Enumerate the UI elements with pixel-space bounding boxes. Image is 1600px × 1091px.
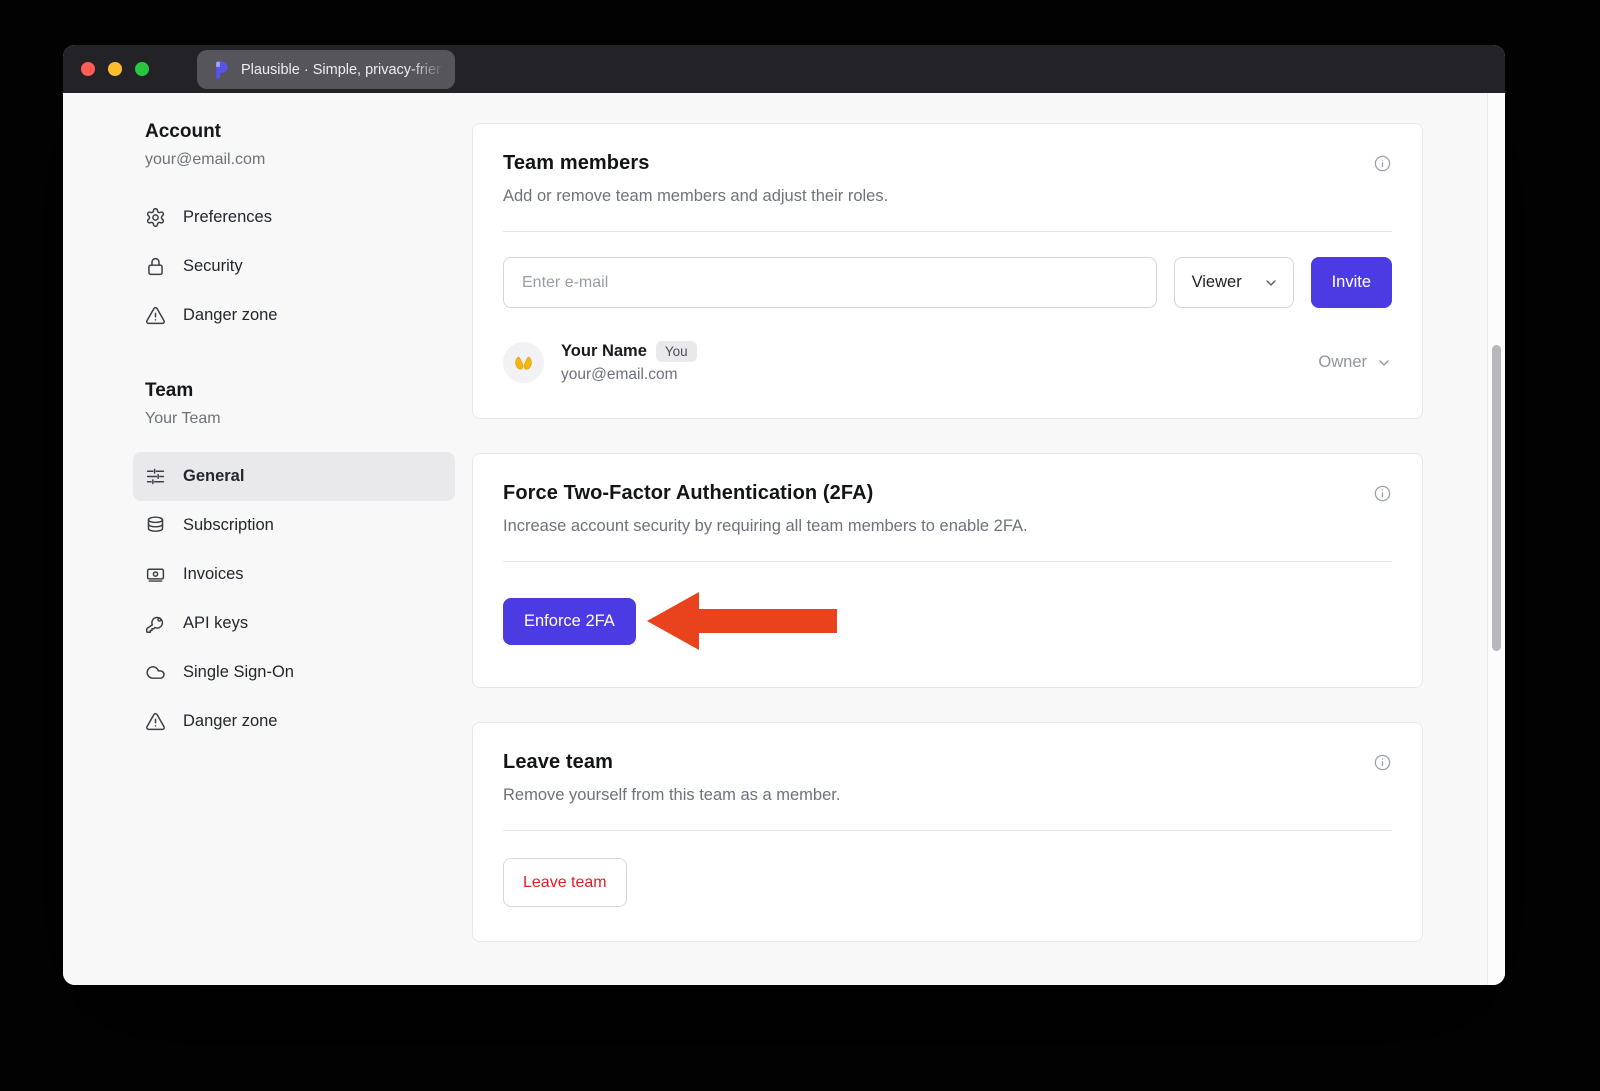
invite-email-input[interactable] [503,257,1157,308]
account-heading: Account [145,121,472,143]
sidebar-item-general[interactable]: General [133,452,455,501]
account-nav: Preferences Security Danger zone [145,193,472,340]
member-email: your@email.com [561,366,1318,384]
force-2fa-description: Increase account security by requiring a… [503,517,1392,536]
maximize-button[interactable] [135,62,149,76]
plausible-logo-icon [211,60,231,80]
sidebar-item-api-keys[interactable]: API keys [133,599,455,648]
sidebar-item-label: Preferences [183,208,272,227]
info-icon[interactable] [1373,154,1392,176]
team-members-card: Team members Add or remove team members … [472,123,1423,419]
key-icon [145,613,166,634]
sliders-icon [145,466,166,487]
minimize-button[interactable] [108,62,122,76]
team-members-title: Team members [503,152,649,175]
info-icon[interactable] [1373,753,1392,775]
gear-icon [145,207,166,228]
divider [503,830,1392,831]
sidebar-item-team-danger-zone[interactable]: Danger zone [133,697,455,746]
team-nav: General Subscription Invoices [145,452,472,746]
leave-team-button[interactable]: Leave team [503,858,627,907]
sidebar-item-label: API keys [183,614,248,633]
chevron-down-icon [1263,275,1279,291]
divider [503,231,1392,232]
traffic-lights [81,45,149,93]
tab-title: Plausible · Simple, privacy-friend [241,62,441,78]
sidebar-item-security[interactable]: Security [133,242,455,291]
team-members-description: Add or remove team members and adjust th… [503,187,1392,206]
info-icon[interactable] [1373,484,1392,506]
team-heading: Team [145,380,472,402]
enforce-2fa-button[interactable]: Enforce 2FA [503,598,636,645]
invite-button[interactable]: Invite [1311,257,1392,308]
lock-icon [145,256,166,277]
member-role-value: Owner [1318,353,1367,372]
sidebar-item-label: Danger zone [183,306,277,325]
close-button[interactable] [81,62,95,76]
scrollbar-thumb[interactable] [1492,345,1501,651]
settings-sidebar: Account your@email.com Preferences Secur… [63,93,472,985]
sidebar-item-label: Security [183,257,243,276]
sidebar-item-label: Single Sign-On [183,663,294,682]
role-select[interactable]: Viewer [1174,257,1294,308]
sidebar-item-label: Invoices [183,565,244,584]
cloud-icon [145,662,166,683]
chevron-down-icon [1376,355,1392,371]
banknote-icon [145,564,166,585]
red-arrow-annotation [645,589,839,653]
settings-main: Team members Add or remove team members … [472,93,1423,985]
sidebar-item-label: Subscription [183,516,274,535]
force-2fa-title: Force Two-Factor Authentication (2FA) [503,482,873,505]
you-badge: You [656,341,697,362]
avatar [503,342,544,383]
role-select-value: Viewer [1192,273,1242,292]
warning-triangle-icon [145,305,166,326]
force-2fa-card: Force Two-Factor Authentication (2FA) In… [472,453,1423,688]
sidebar-item-danger-zone[interactable]: Danger zone [133,291,455,340]
sidebar-item-invoices[interactable]: Invoices [133,550,455,599]
browser-tab[interactable]: Plausible · Simple, privacy-friend [197,50,455,89]
leave-team-title: Leave team [503,751,613,774]
account-email: your@email.com [145,151,472,169]
sidebar-item-single-sign-on[interactable]: Single Sign-On [133,648,455,697]
leave-team-description: Remove yourself from this team as a memb… [503,786,1392,805]
database-icon [145,515,166,536]
window-titlebar: Plausible · Simple, privacy-friend [63,45,1505,93]
scrollbar-track[interactable] [1487,93,1505,985]
leave-team-card: Leave team Remove yourself from this tea… [472,722,1423,942]
member-name: Your Name [561,342,647,361]
team-name: Your Team [145,410,472,428]
sidebar-item-subscription[interactable]: Subscription [133,501,455,550]
divider [503,561,1392,562]
sidebar-item-preferences[interactable]: Preferences [133,193,455,242]
sidebar-item-label: General [183,467,244,486]
team-member-row: Your Name You your@email.com Owner [503,341,1392,384]
member-role-select[interactable]: Owner [1318,353,1392,372]
browser-window: Plausible · Simple, privacy-friend Accou… [63,45,1505,985]
open-hands-icon [511,350,536,375]
warning-triangle-icon [145,711,166,732]
sidebar-item-label: Danger zone [183,712,277,731]
